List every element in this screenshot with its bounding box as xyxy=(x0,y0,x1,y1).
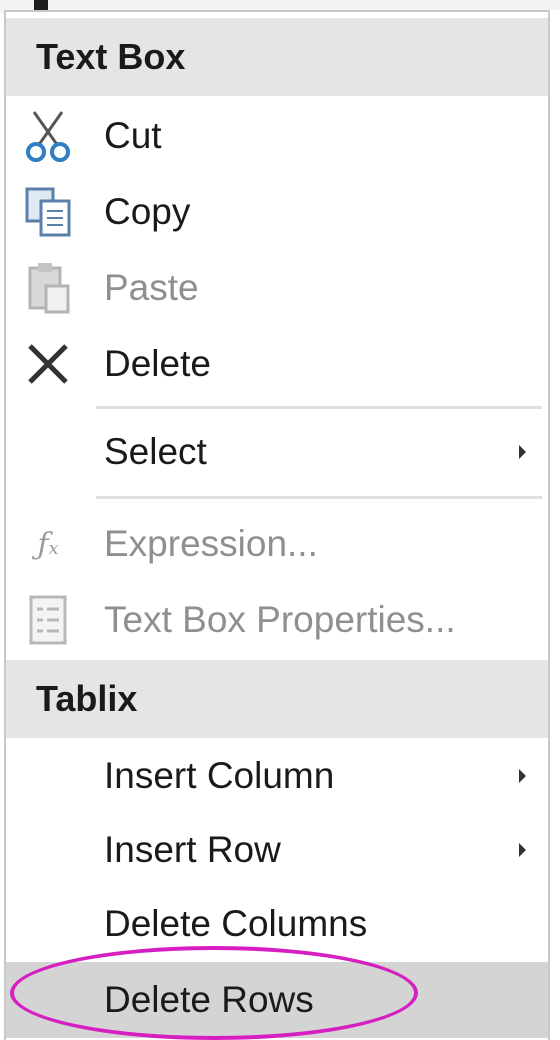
menu-item-paste[interactable]: Paste xyxy=(6,250,548,326)
menu-item-insert-column[interactable]: Insert Column xyxy=(6,738,548,814)
menu-item-cut[interactable]: Cut xyxy=(6,98,548,174)
properties-icon xyxy=(20,592,76,648)
submenu-arrow-icon xyxy=(519,445,526,459)
menu-item-label: Paste xyxy=(104,267,199,308)
menu-separator xyxy=(96,406,542,409)
copy-icon xyxy=(20,184,76,240)
menu-separator xyxy=(96,496,542,499)
menu-item-select[interactable]: Select xyxy=(6,414,548,490)
section-header-text-box: Text Box xyxy=(6,18,548,96)
menu-item-label: Expression... xyxy=(104,523,318,564)
submenu-arrow-icon xyxy=(519,843,526,857)
menu-item-label: Delete Columns xyxy=(104,903,368,944)
menu-item-label: Select xyxy=(104,431,207,472)
menu-item-delete-rows[interactable]: Delete Rows xyxy=(6,962,548,1038)
menu-item-label: Text Box Properties... xyxy=(104,599,456,640)
menu-item-insert-row[interactable]: Insert Row xyxy=(6,812,548,888)
menu-item-label: Delete xyxy=(104,343,211,384)
menu-item-label: Delete Rows xyxy=(104,979,314,1020)
scissors-icon xyxy=(20,108,76,164)
section-header-tablix: Tablix xyxy=(6,660,548,738)
menu-item-text-box-properties[interactable]: Text Box Properties... xyxy=(6,582,548,658)
fx-icon: ƒx xyxy=(37,526,59,562)
menu-item-label: Insert Row xyxy=(104,829,281,870)
paste-icon xyxy=(20,260,76,316)
menu-item-label: Copy xyxy=(104,191,191,232)
menu-item-label: Insert Column xyxy=(104,755,335,796)
menu-item-delete[interactable]: Delete xyxy=(6,326,548,402)
context-menu: Text Box Cut Copy Paste Delete Select ƒx… xyxy=(4,10,550,1040)
menu-item-expression[interactable]: ƒx Expression... xyxy=(6,506,548,582)
delete-x-icon xyxy=(20,336,76,392)
menu-item-delete-columns[interactable]: Delete Columns xyxy=(6,886,548,962)
submenu-arrow-icon xyxy=(519,769,526,783)
menu-item-copy[interactable]: Copy xyxy=(6,174,548,250)
menu-item-label: Cut xyxy=(104,115,162,156)
